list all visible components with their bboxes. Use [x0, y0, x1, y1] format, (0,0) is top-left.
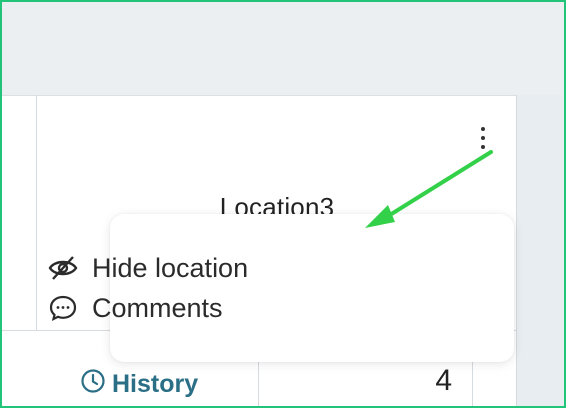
column-divider — [36, 95, 37, 330]
header-bar — [2, 2, 564, 96]
comments-menu-item[interactable]: Comments — [48, 290, 223, 326]
clock-icon — [80, 368, 106, 401]
hide-location-menu-item[interactable]: Hide location — [48, 250, 248, 286]
vertical-dots-icon[interactable] — [472, 120, 494, 156]
comment-bubble-icon — [48, 294, 78, 322]
menu-item-label: Hide location — [92, 252, 249, 283]
eye-off-icon — [48, 255, 78, 281]
cell-divider — [472, 354, 473, 406]
count-value: 4 — [435, 364, 452, 397]
history-link[interactable]: History — [80, 367, 198, 401]
adjacent-column — [516, 95, 564, 406]
history-label: History — [112, 369, 199, 398]
menu-item-label: Comments — [92, 292, 223, 323]
cell-divider — [258, 354, 259, 406]
context-menu — [110, 214, 514, 362]
app-frame: Location3 Hide location Comments History… — [0, 0, 566, 408]
